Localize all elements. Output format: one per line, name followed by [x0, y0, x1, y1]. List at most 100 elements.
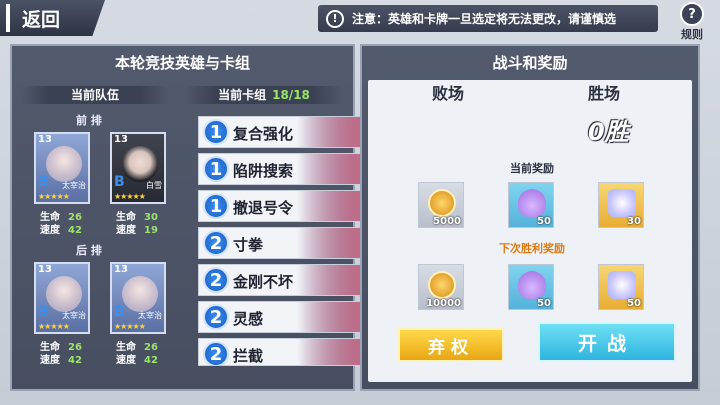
hero-portrait: [122, 146, 158, 182]
next-reward-label: 下次胜利奖励: [499, 242, 565, 255]
card-name: 拦截: [233, 347, 264, 365]
hero-speed: 速度 19: [116, 225, 158, 236]
card-art: [299, 302, 361, 332]
card-cost: 1: [203, 193, 229, 219]
forfeit-button[interactable]: 弃权: [398, 328, 504, 362]
hero-speed: 速度 42: [40, 355, 82, 366]
card-cost: 2: [203, 230, 229, 256]
front-row-label: 前 排: [76, 114, 102, 127]
hero-level: 13: [38, 264, 52, 275]
deck-card[interactable]: 1 撤退号令: [198, 190, 362, 222]
hero-speed: 速度 42: [116, 355, 158, 366]
rarity-badge: B: [114, 304, 125, 320]
reward-item[interactable]: 50: [508, 264, 554, 310]
hero-card-front-2[interactable]: 13 B 白雪 ★★★★★: [110, 132, 166, 204]
deck-card[interactable]: 1 复合强化: [198, 116, 362, 148]
hero-name: 太宰治: [62, 181, 86, 190]
top-bar: 返回 ! 注意：英雄和卡牌一旦选定将无法更改，请谨慎选 ? 规则: [0, 0, 720, 41]
card-art: [299, 154, 361, 184]
card-cost: 2: [203, 304, 229, 330]
reward-item[interactable]: 10000: [418, 264, 464, 310]
rules-label: 规则: [681, 28, 703, 41]
card-cost: 1: [203, 119, 229, 145]
warning-icon: !: [326, 9, 344, 28]
card-name: 撤退号令: [233, 199, 294, 217]
notice-text: 注意：英雄和卡牌一旦选定将无法更改，请谨慎选: [352, 12, 617, 26]
rules-button[interactable]: ? 规则: [672, 2, 712, 41]
star-rating: ★★★★★: [38, 322, 70, 331]
rarity-badge: B: [114, 174, 125, 190]
coin-icon: [428, 189, 456, 217]
deck-card[interactable]: 2 拦截: [198, 338, 362, 366]
deck-count: 18/18: [272, 88, 310, 102]
hero-card-back-1[interactable]: 13 B 太宰治 ★★★★★: [34, 262, 90, 334]
reward-item[interactable]: 50: [598, 264, 644, 310]
reward-qty: 50: [537, 216, 551, 227]
hero-portrait: [122, 276, 158, 312]
notice-banner: ! 注意：英雄和卡牌一旦选定将无法更改，请谨慎选: [318, 5, 658, 32]
card-cost: 2: [203, 341, 229, 365]
deck-card[interactable]: 2 灵感: [198, 301, 362, 333]
reward-qty: 50: [627, 298, 641, 309]
rarity-badge: B: [38, 304, 49, 320]
deck-card[interactable]: 2 寸拳: [198, 227, 362, 259]
wins-header: 胜场: [588, 84, 621, 103]
card-cost: 1: [203, 156, 229, 182]
hero-name: 太宰治: [62, 311, 86, 320]
help-icon: ?: [680, 2, 704, 26]
reward-item[interactable]: 30: [598, 182, 644, 228]
hero-name: 太宰治: [138, 311, 162, 320]
hero-card-back-2[interactable]: 13 B 太宰治 ★★★★★: [110, 262, 166, 334]
gift-icon: [608, 189, 636, 217]
hero-card-front-1[interactable]: 13 B 太宰治 ★★★★★: [34, 132, 90, 204]
wins-value: 0胜: [588, 118, 629, 146]
reward-qty: 50: [537, 298, 551, 309]
card-name: 陷阱搜索: [233, 162, 294, 180]
deck-card[interactable]: 1 陷阱搜索: [198, 153, 362, 185]
star-rating: ★★★★★: [114, 192, 146, 201]
panel-title-left: 本轮竞技英雄与卡组: [114, 54, 250, 72]
hero-portrait: [46, 146, 82, 182]
hero-portrait: [46, 276, 82, 312]
hero-level: 13: [114, 264, 128, 275]
reward-item[interactable]: 5000: [418, 182, 464, 228]
star-rating: ★★★★★: [114, 322, 146, 331]
start-battle-button[interactable]: 开战: [538, 322, 676, 362]
reward-item[interactable]: 50: [508, 182, 554, 228]
hero-level: 13: [38, 134, 52, 145]
rarity-badge: B: [38, 174, 49, 190]
hero-deck-panel: 本轮竞技英雄与卡组 当前队伍 当前卡组 18/18 前 排 13 B 太宰治 ★★…: [10, 44, 362, 391]
reward-qty: 5000: [433, 216, 461, 227]
losses-header: 败场: [432, 84, 465, 103]
card-name: 寸拳: [233, 236, 264, 254]
card-art: [299, 117, 361, 147]
deck-header: 当前卡组 18/18: [184, 86, 344, 104]
coin-icon: [428, 271, 456, 299]
hero-speed: 速度 42: [40, 225, 82, 236]
hero-level: 13: [114, 134, 128, 145]
reward-qty: 10000: [426, 298, 461, 309]
back-label: 返回: [22, 8, 61, 31]
gift-icon: [608, 271, 636, 299]
powder-icon: [518, 271, 546, 299]
panel-title-right: 战斗和奖励: [492, 54, 568, 72]
card-art: [299, 191, 361, 221]
card-art: [299, 265, 361, 295]
card-name: 灵感: [233, 310, 264, 328]
back-button[interactable]: 返回: [0, 0, 105, 36]
back-stripe: [6, 4, 10, 32]
star-rating: ★★★★★: [38, 192, 70, 201]
card-art: [299, 228, 361, 258]
battle-reward-panel: 战斗和奖励 败场 胜场 0胜 当前奖励 5000 50 30 下次胜利奖励 10…: [360, 44, 700, 391]
team-header: 当前队伍: [20, 86, 170, 104]
card-name: 复合强化: [233, 125, 294, 143]
deck-card[interactable]: 2 金刚不坏: [198, 264, 362, 296]
card-cost: 2: [203, 267, 229, 293]
card-name: 金刚不坏: [233, 273, 294, 291]
hero-name: 白雪: [146, 181, 162, 190]
back-row-label: 后 排: [76, 244, 102, 257]
card-art: [299, 339, 361, 365]
powder-icon: [518, 189, 546, 217]
current-reward-label: 当前奖励: [510, 162, 554, 175]
reward-qty: 30: [627, 216, 641, 227]
